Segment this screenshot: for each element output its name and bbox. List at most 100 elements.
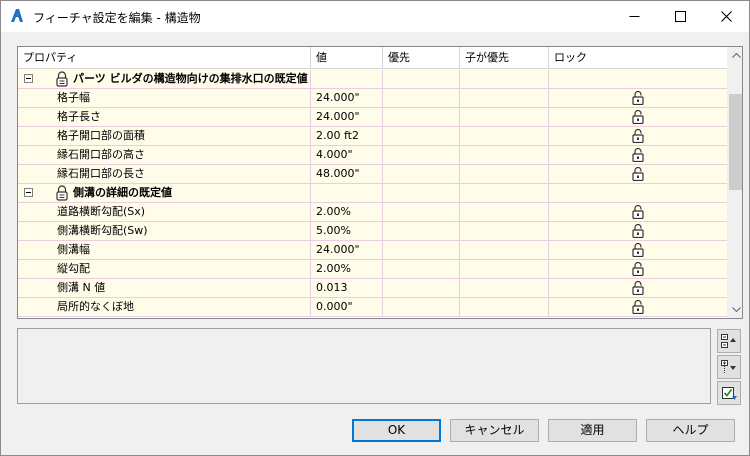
- group-label: パーツ ビルダの構造物向けの集排水口の既定値: [35, 70, 311, 88]
- column-header-child-override[interactable]: 子が優先: [460, 47, 549, 69]
- override-cell[interactable]: [383, 203, 460, 221]
- child-override-cell: [460, 108, 549, 126]
- child-override-cell: [460, 89, 549, 107]
- lock-cell[interactable]: [549, 146, 727, 164]
- scroll-down-arrow-icon[interactable]: [728, 301, 742, 318]
- property-name: 側溝幅: [35, 241, 311, 259]
- cancel-button[interactable]: キャンセル: [450, 419, 539, 442]
- maximize-button[interactable]: [657, 1, 703, 32]
- row-gutter: [18, 298, 35, 316]
- column-header-lock[interactable]: ロック: [549, 47, 727, 69]
- property-value[interactable]: 24.000": [311, 89, 383, 107]
- lock-cell: [549, 184, 727, 202]
- property-row[interactable]: 縁石開口部の高さ 4.000": [18, 146, 727, 165]
- property-value[interactable]: 2.00%: [311, 203, 383, 221]
- apply-button[interactable]: 適用: [548, 419, 637, 442]
- help-button[interactable]: ヘルプ: [646, 419, 735, 442]
- lock-cell[interactable]: [549, 89, 727, 107]
- group-row[interactable]: パーツ ビルダの構造物向けの集排水口の既定値: [18, 70, 727, 89]
- group-label: 側溝の詳細の既定値: [35, 184, 311, 202]
- property-value[interactable]: 2.00%: [311, 260, 383, 278]
- override-cell[interactable]: [383, 260, 460, 278]
- unlocked-padlock-icon[interactable]: [632, 110, 644, 124]
- group-row[interactable]: 側溝の詳細の既定値: [18, 184, 727, 203]
- unlocked-padlock-icon[interactable]: [632, 262, 644, 276]
- child-override-cell: [460, 184, 549, 202]
- lock-cell[interactable]: [549, 279, 727, 297]
- grid-rows: パーツ ビルダの構造物向けの集排水口の既定値 格子幅 24.000" 格子長さ …: [18, 70, 727, 317]
- column-header-value[interactable]: 値: [311, 47, 383, 69]
- property-row[interactable]: 縁石開口部の長さ 48.000": [18, 165, 727, 184]
- property-row[interactable]: 局所的なくぼ地 0.000": [18, 298, 727, 317]
- value-cell: [311, 184, 383, 202]
- unlocked-padlock-icon[interactable]: [632, 167, 644, 181]
- override-cell[interactable]: [383, 146, 460, 164]
- property-row[interactable]: 格子幅 24.000": [18, 89, 727, 108]
- property-row[interactable]: 側溝 N 値 0.013: [18, 279, 727, 298]
- column-header-override[interactable]: 優先: [383, 47, 460, 69]
- lock-cell[interactable]: [549, 222, 727, 240]
- lock-cell[interactable]: [549, 203, 727, 221]
- unlocked-padlock-icon[interactable]: [632, 91, 644, 105]
- property-value[interactable]: 24.000": [311, 108, 383, 126]
- override-cell[interactable]: [383, 108, 460, 126]
- property-row[interactable]: 側溝幅 24.000": [18, 241, 727, 260]
- minimize-button[interactable]: [611, 1, 657, 32]
- ok-button[interactable]: OK: [352, 419, 441, 442]
- override-cell[interactable]: [383, 298, 460, 316]
- row-gutter: [18, 108, 35, 126]
- unlocked-padlock-icon[interactable]: [632, 224, 644, 238]
- row-gutter: [18, 165, 35, 183]
- unlocked-padlock-icon[interactable]: [632, 300, 644, 314]
- override-cell[interactable]: [383, 279, 460, 297]
- property-value[interactable]: 0.000": [311, 298, 383, 316]
- collapse-group-icon[interactable]: [24, 188, 33, 197]
- lock-cell[interactable]: [549, 108, 727, 126]
- unlocked-padlock-icon[interactable]: [632, 129, 644, 143]
- child-override-cell: [460, 241, 549, 259]
- lock-cell[interactable]: [549, 260, 727, 278]
- property-value[interactable]: 24.000": [311, 241, 383, 259]
- property-value[interactable]: 2.00 ft2: [311, 127, 383, 145]
- collapse-all-button[interactable]: [717, 355, 741, 379]
- property-value[interactable]: 48.000": [311, 165, 383, 183]
- close-button[interactable]: [703, 1, 749, 32]
- lock-cell[interactable]: [549, 127, 727, 145]
- property-grid: プロパティ 値 優先 子が優先 ロック パーツ ビルダの構造物向けの集排水口の既…: [17, 46, 743, 319]
- row-gutter: [18, 146, 35, 164]
- property-row[interactable]: 格子長さ 24.000": [18, 108, 727, 127]
- property-value[interactable]: 4.000": [311, 146, 383, 164]
- vertical-scrollbar[interactable]: [727, 47, 742, 318]
- lock-cell[interactable]: [549, 165, 727, 183]
- property-row[interactable]: 格子開口部の面積 2.00 ft2: [18, 127, 727, 146]
- lock-cell[interactable]: [549, 241, 727, 259]
- expand-all-button[interactable]: [717, 329, 741, 353]
- override-cell[interactable]: [383, 127, 460, 145]
- collapse-group-icon[interactable]: [24, 74, 33, 83]
- property-name: 縦勾配: [35, 260, 311, 278]
- select-values-button[interactable]: [717, 381, 741, 405]
- override-cell[interactable]: [383, 165, 460, 183]
- property-name: 側溝横断勾配(Sw): [35, 222, 311, 240]
- property-row[interactable]: 道路横断勾配(Sx) 2.00%: [18, 203, 727, 222]
- unlocked-padlock-icon[interactable]: [632, 205, 644, 219]
- override-cell[interactable]: [383, 89, 460, 107]
- minimize-icon: [629, 16, 639, 17]
- override-cell[interactable]: [383, 222, 460, 240]
- override-cell[interactable]: [383, 241, 460, 259]
- property-row[interactable]: 縦勾配 2.00%: [18, 260, 727, 279]
- lock-cell[interactable]: [549, 298, 727, 316]
- column-header-property[interactable]: プロパティ: [18, 47, 311, 69]
- property-row[interactable]: 側溝横断勾配(Sw) 5.00%: [18, 222, 727, 241]
- property-value[interactable]: 0.013: [311, 279, 383, 297]
- unlocked-padlock-icon[interactable]: [632, 148, 644, 162]
- unlocked-padlock-icon[interactable]: [632, 243, 644, 257]
- child-override-cell: [460, 260, 549, 278]
- property-name: 縁石開口部の長さ: [35, 165, 311, 183]
- scrollbar-thumb[interactable]: [729, 94, 742, 190]
- property-name: 縁石開口部の高さ: [35, 146, 311, 164]
- unlocked-padlock-icon[interactable]: [632, 281, 644, 295]
- group-title: パーツ ビルダの構造物向けの集排水口の既定値: [73, 72, 308, 85]
- property-value[interactable]: 5.00%: [311, 222, 383, 240]
- scroll-up-arrow-icon[interactable]: [728, 47, 742, 64]
